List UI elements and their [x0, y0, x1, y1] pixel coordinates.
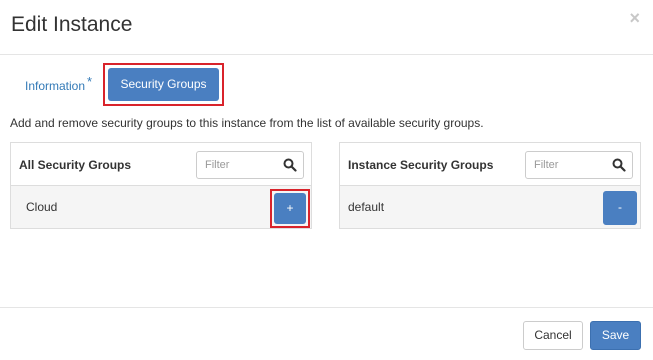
search-icon[interactable] — [612, 158, 626, 172]
remove-security-group-button[interactable]: - — [603, 191, 637, 225]
tab-information-label: Information — [25, 79, 86, 93]
security-group-name: default — [348, 200, 385, 214]
list-item: default — [340, 186, 640, 228]
add-security-group-button[interactable]: + — [274, 193, 306, 224]
tab-security-groups[interactable]: Security Groups — [108, 68, 219, 101]
security-group-name: Cloud — [26, 200, 58, 214]
all-groups-filter — [196, 151, 304, 179]
instance-security-groups-panel: Instance Security Groups default — [339, 142, 641, 229]
tab-information[interactable]: Information * — [25, 74, 92, 93]
instance-security-groups-title: Instance Security Groups — [348, 158, 494, 172]
help-text: Add and remove security groups to this i… — [10, 116, 484, 130]
cancel-button[interactable]: Cancel — [523, 321, 583, 350]
all-groups-filter-input[interactable] — [197, 152, 281, 178]
instance-groups-filter — [525, 151, 633, 179]
save-button[interactable]: Save — [590, 321, 641, 350]
search-icon[interactable] — [283, 158, 297, 172]
close-icon[interactable]: × — [629, 9, 640, 27]
required-marker: * — [87, 74, 93, 89]
list-item: Cloud — [11, 186, 311, 228]
instance-security-groups-header: Instance Security Groups — [340, 143, 640, 186]
modal-header: Edit Instance × — [0, 0, 653, 55]
modal-title: Edit Instance — [11, 13, 133, 36]
all-security-groups-title: All Security Groups — [19, 158, 132, 172]
all-security-groups-header: All Security Groups — [11, 143, 311, 186]
instance-groups-filter-input[interactable] — [526, 152, 610, 178]
all-security-groups-panel: All Security Groups Cloud — [10, 142, 312, 229]
